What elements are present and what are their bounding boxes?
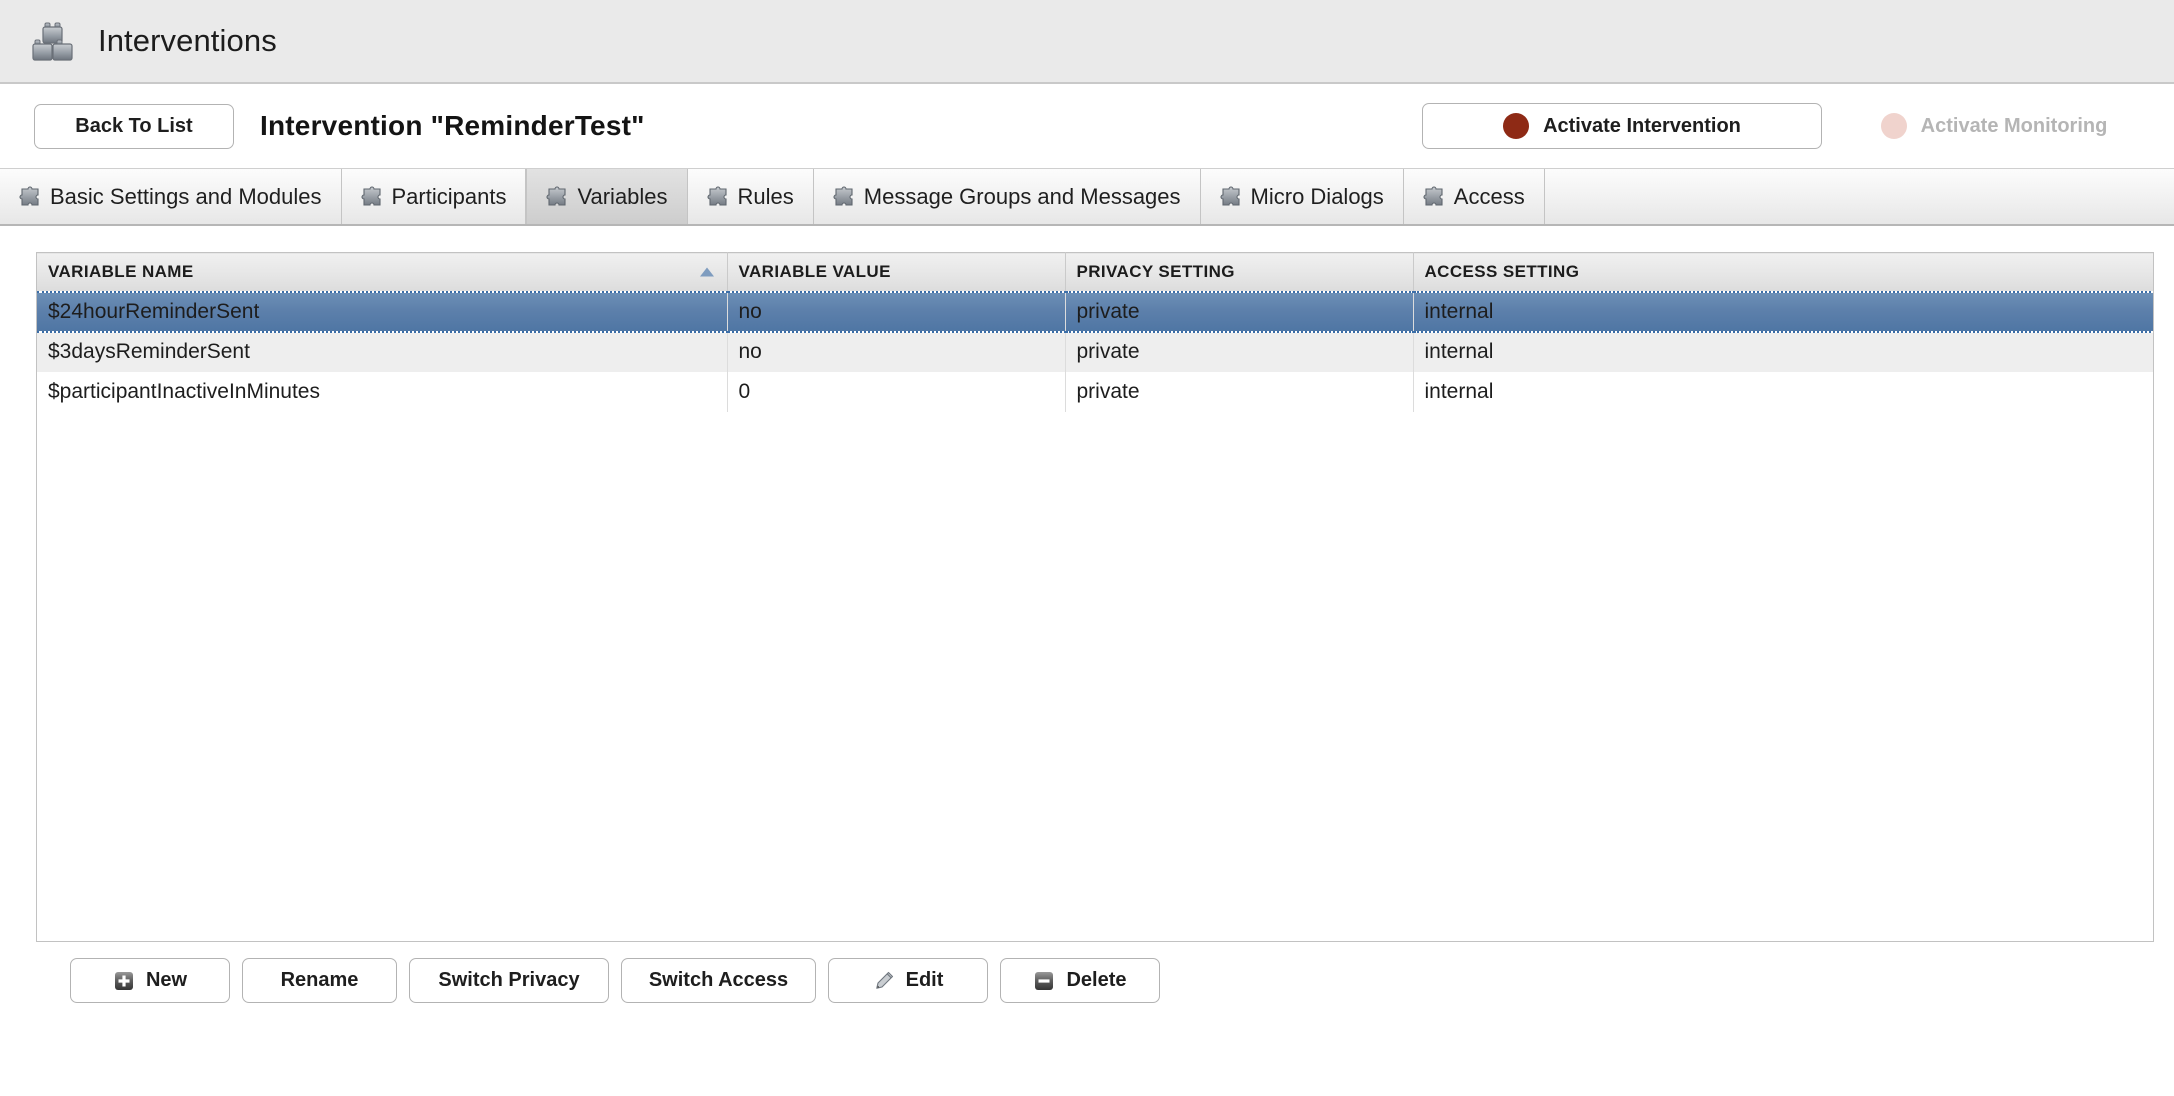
app-header: Interventions: [0, 0, 2174, 84]
tab-access[interactable]: Access: [1404, 169, 1545, 224]
tab-label: Message Groups and Messages: [864, 184, 1181, 210]
minus-icon: [1033, 970, 1055, 992]
cell-access-setting[interactable]: internal: [1413, 292, 2154, 332]
app-title: Interventions: [98, 23, 277, 59]
back-to-list-button[interactable]: Back To List: [34, 104, 234, 149]
plus-icon: [113, 970, 135, 992]
tab-micro-dialogs[interactable]: Micro Dialogs: [1201, 169, 1404, 224]
cell-variable-name[interactable]: $participantInactiveInMinutes: [37, 372, 727, 412]
tab-label: Rules: [738, 184, 794, 210]
tab-variables[interactable]: Variables: [526, 169, 687, 224]
activate-monitoring-label: Activate Monitoring: [1921, 115, 2108, 138]
column-header-variable-name[interactable]: VARIABLE NAME: [37, 253, 727, 292]
tab-label: Micro Dialogs: [1251, 184, 1384, 210]
edit-button[interactable]: Edit: [828, 958, 988, 1003]
cell-privacy-setting[interactable]: private: [1065, 372, 1413, 412]
puzzle-icon: [19, 186, 41, 208]
rename-button[interactable]: Rename: [242, 958, 397, 1003]
cell-privacy-setting[interactable]: private: [1065, 332, 1413, 372]
toolbar-right-group: Activate Intervention Activate Monitorin…: [1422, 84, 2144, 168]
column-header-variable-value[interactable]: VARIABLE VALUE: [727, 253, 1065, 292]
tab-label: Variables: [577, 184, 667, 210]
tab-participants[interactable]: Participants: [342, 169, 527, 224]
cell-variable-value[interactable]: no: [727, 292, 1065, 332]
tab-message-groups-and-messages[interactable]: Message Groups and Messages: [814, 169, 1201, 224]
tab-label: Participants: [392, 184, 507, 210]
content-area: VARIABLE NAME VARIABLE VALUE PRIVACY SET…: [0, 226, 2174, 1003]
table-body: $24hourReminderSent no private internal …: [37, 292, 2154, 412]
tab-label: Basic Settings and Modules: [50, 184, 322, 210]
switch-privacy-button[interactable]: Switch Privacy: [409, 958, 609, 1003]
toolbar: Back To List Intervention "ReminderTest"…: [0, 84, 2174, 168]
variables-table: VARIABLE NAME VARIABLE VALUE PRIVACY SET…: [37, 252, 2154, 412]
tab-basic-settings-and-modules[interactable]: Basic Settings and Modules: [0, 169, 342, 224]
puzzle-icon: [833, 186, 855, 208]
tab-rules[interactable]: Rules: [688, 169, 814, 224]
table-row[interactable]: $24hourReminderSent no private internal: [37, 292, 2154, 332]
column-header-access-setting[interactable]: ACCESS SETTING: [1413, 253, 2154, 292]
variables-table-panel: VARIABLE NAME VARIABLE VALUE PRIVACY SET…: [36, 252, 2154, 942]
blocks-icon: [30, 19, 76, 63]
cell-access-setting[interactable]: internal: [1413, 372, 2154, 412]
activate-intervention-button[interactable]: Activate Intervention: [1422, 103, 1822, 149]
edit-button-label: Edit: [906, 969, 944, 992]
new-button-label: New: [146, 969, 187, 992]
monitoring-status-dot: [1881, 113, 1907, 139]
table-row[interactable]: $3daysReminderSent no private internal: [37, 332, 2154, 372]
cell-variable-name[interactable]: $24hourReminderSent: [37, 292, 727, 332]
tab-bar: Basic Settings and Modules Participants …: [0, 168, 2174, 226]
puzzle-icon: [1220, 186, 1242, 208]
cell-variable-value[interactable]: 0: [727, 372, 1065, 412]
action-button-bar: New Rename Switch Privacy Switch Access …: [36, 942, 2152, 1003]
pencil-icon: [873, 970, 895, 992]
table-row[interactable]: $participantInactiveInMinutes 0 private …: [37, 372, 2154, 412]
cell-privacy-setting[interactable]: private: [1065, 292, 1413, 332]
column-header-label: VARIABLE NAME: [48, 262, 194, 281]
delete-button-label: Delete: [1066, 969, 1126, 992]
puzzle-icon: [1423, 186, 1445, 208]
table-header-row: VARIABLE NAME VARIABLE VALUE PRIVACY SET…: [37, 253, 2154, 292]
column-header-privacy-setting[interactable]: PRIVACY SETTING: [1065, 253, 1413, 292]
switch-access-button[interactable]: Switch Access: [621, 958, 816, 1003]
table-header: VARIABLE NAME VARIABLE VALUE PRIVACY SET…: [37, 253, 2154, 292]
tab-bar-filler: [1545, 169, 2174, 224]
puzzle-icon: [546, 186, 568, 208]
puzzle-icon: [361, 186, 383, 208]
switch-access-button-label: Switch Access: [649, 969, 788, 992]
cell-variable-value[interactable]: no: [727, 332, 1065, 372]
activate-intervention-label: Activate Intervention: [1543, 115, 1741, 138]
puzzle-icon: [707, 186, 729, 208]
sort-ascending-icon: [700, 267, 714, 276]
intervention-status-dot: [1503, 113, 1529, 139]
new-button[interactable]: New: [70, 958, 230, 1003]
rename-button-label: Rename: [281, 969, 359, 992]
cell-variable-name[interactable]: $3daysReminderSent: [37, 332, 727, 372]
cell-access-setting[interactable]: internal: [1413, 332, 2154, 372]
switch-privacy-button-label: Switch Privacy: [438, 969, 579, 992]
tab-label: Access: [1454, 184, 1525, 210]
page-title: Intervention "ReminderTest": [260, 110, 645, 142]
activate-monitoring-button[interactable]: Activate Monitoring: [1844, 103, 2144, 149]
delete-button[interactable]: Delete: [1000, 958, 1160, 1003]
